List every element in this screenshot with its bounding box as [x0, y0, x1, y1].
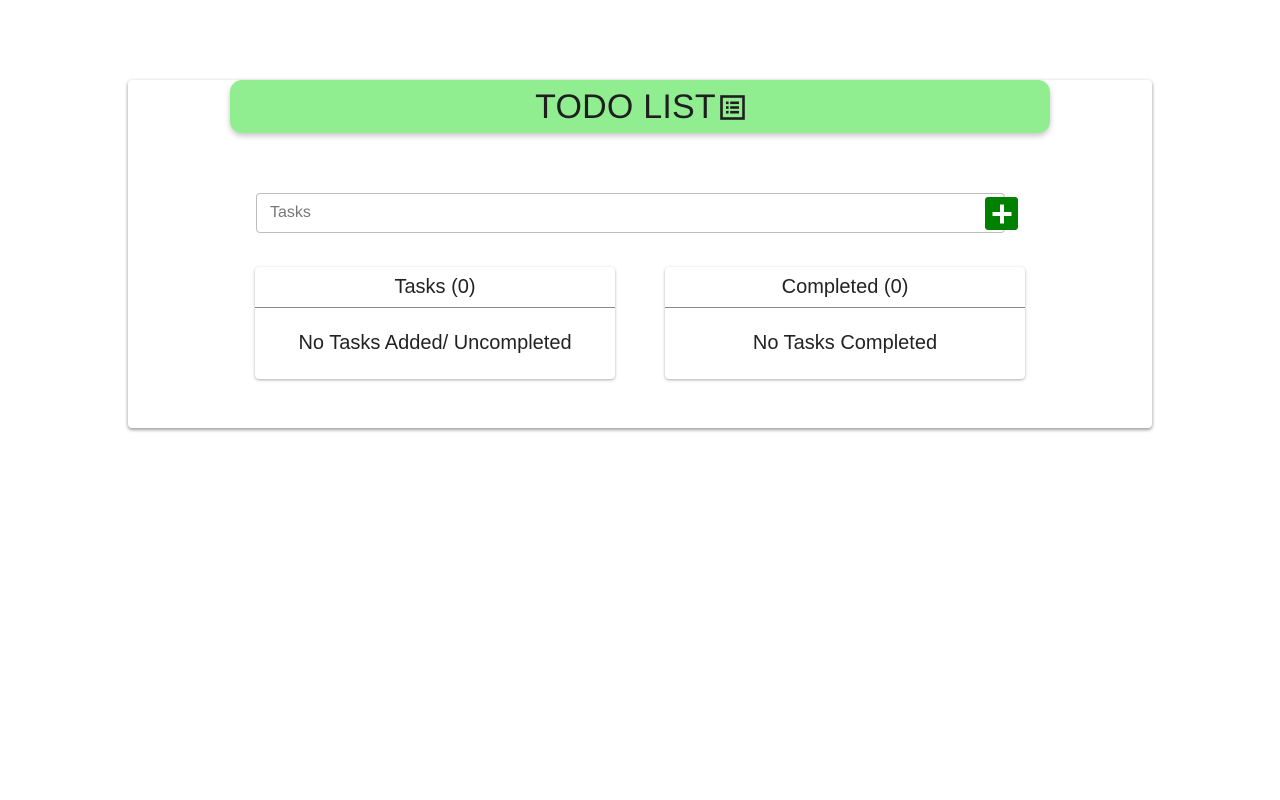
task-input[interactable] — [256, 193, 1005, 233]
todo-card: TODO LIST Tasks (0) No Tasks Added/ Unco… — [128, 80, 1152, 428]
tasks-empty-message: No Tasks Added/ Uncompleted — [298, 332, 572, 354]
add-task-button[interactable] — [985, 197, 1018, 230]
header-bar: TODO LIST — [230, 80, 1050, 133]
tasks-panel: Tasks (0) No Tasks Added/ Uncompleted — [255, 267, 615, 379]
page-title: TODO LIST — [535, 87, 716, 126]
list-icon — [720, 95, 745, 120]
plus-icon — [992, 204, 1011, 223]
tasks-panel-title: Tasks (0) — [255, 267, 615, 308]
completed-panel: Completed (0) No Tasks Completed — [665, 267, 1025, 379]
completed-empty-message: No Tasks Completed — [752, 332, 938, 354]
completed-panel-title: Completed (0) — [665, 267, 1025, 308]
